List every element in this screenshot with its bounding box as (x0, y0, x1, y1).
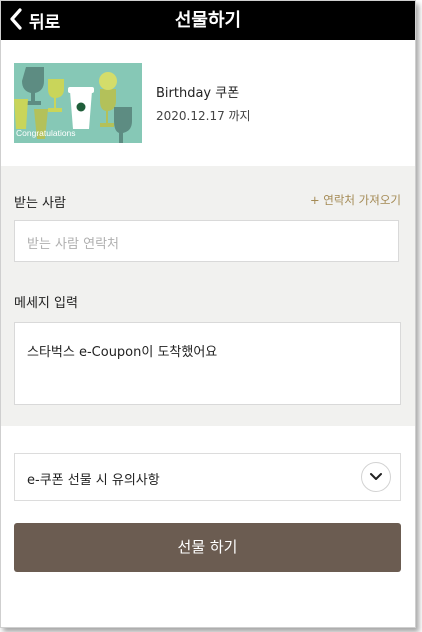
coupon-expiry: 2020.12.17 까지 (156, 109, 251, 123)
chevron-down-icon[interactable] (361, 462, 391, 492)
coupon-summary: Congratulations Birthday 쿠폰 2020.12.17 까… (1, 40, 415, 166)
coupon-image-caption: Congratulations (16, 128, 76, 138)
coupon-name: Birthday 쿠폰 (156, 86, 240, 101)
page-title: 선물하기 (174, 10, 242, 31)
coupon-image: Congratulations (14, 63, 142, 143)
message-input[interactable]: 스타벅스 e-Coupon이 도착했어요 (14, 322, 401, 405)
screen: 뒤로 선물하기 Congratulations Birthday 쿠폰 2020… (0, 0, 416, 628)
message-label: 메세지 입력 (14, 296, 78, 311)
top-bar: 뒤로 선물하기 (1, 1, 415, 40)
gift-form: 받는 사람 + 연락처 가져오기 받는 사람 연락처 메세지 입력 스타벅스 e… (1, 166, 415, 426)
recipient-label: 받는 사람 (14, 196, 66, 211)
notice-label: e-쿠폰 선물 시 유의사항 (27, 473, 160, 488)
import-contacts-link[interactable]: + 연락처 가져오기 (310, 192, 401, 208)
send-gift-button[interactable]: 선물 하기 (14, 523, 401, 572)
notice-accordion[interactable]: e-쿠폰 선물 시 유의사항 (14, 453, 401, 501)
recipient-phone-input[interactable]: 받는 사람 연락처 (14, 220, 399, 262)
